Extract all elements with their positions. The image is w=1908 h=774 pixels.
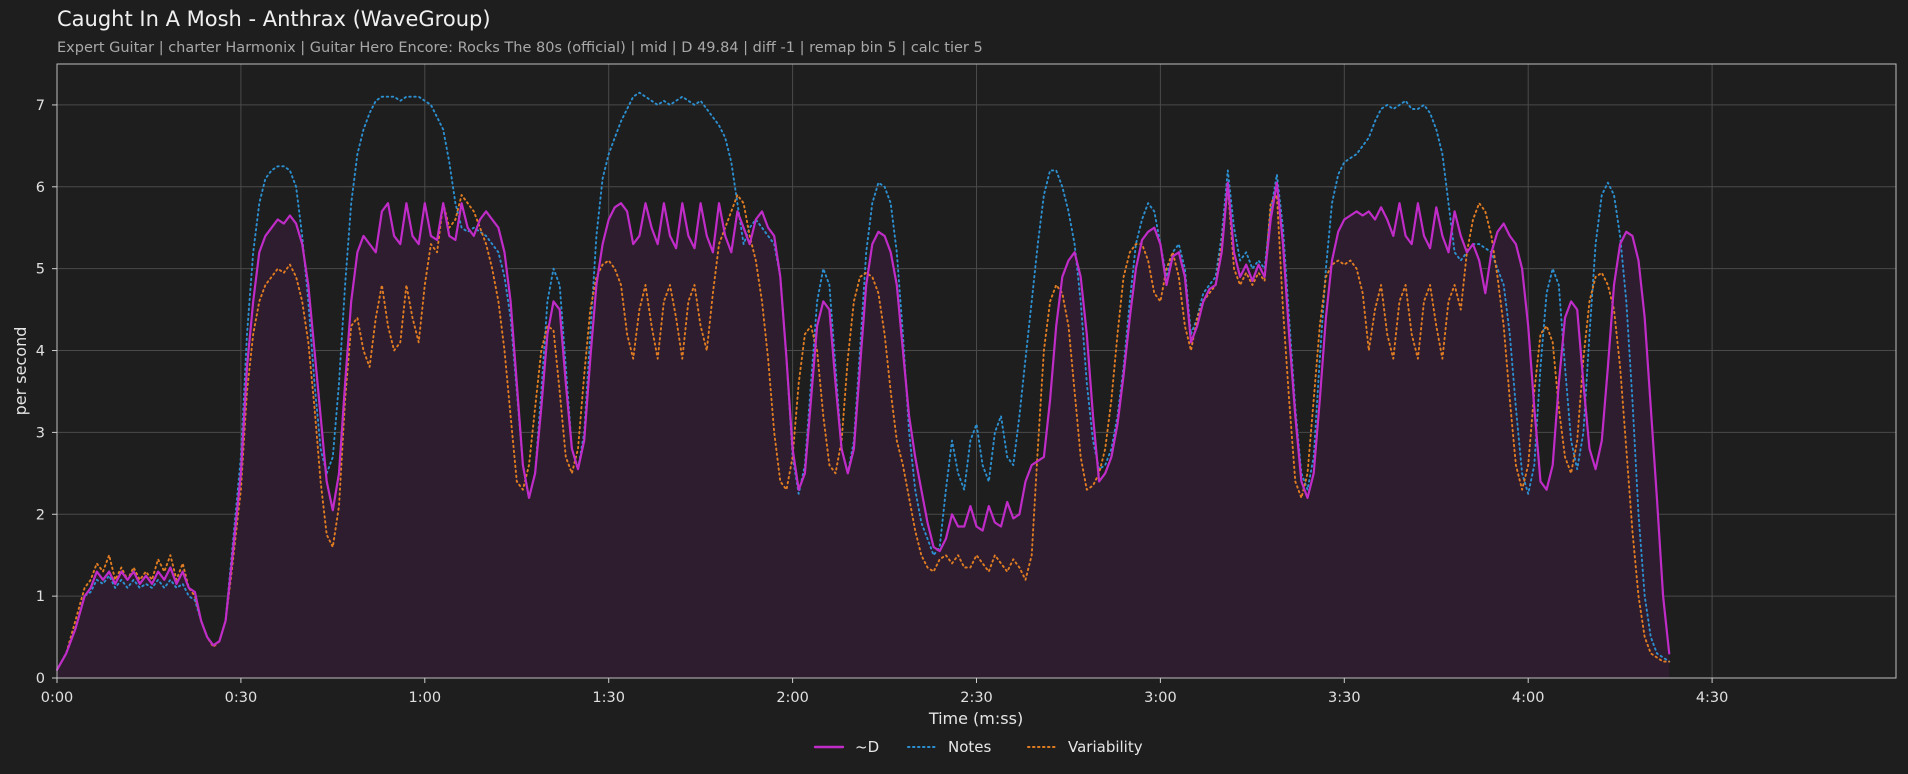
x-tick-label: 1:30 (592, 690, 625, 706)
x-tick-label: 4:00 (1512, 690, 1545, 706)
y-tick-label: 0 (36, 671, 45, 687)
x-tick-label: 1:00 (409, 690, 442, 706)
y-tick-label: 6 (36, 180, 45, 196)
legend: ~D Notes Variability (813, 738, 1143, 756)
x-tick-label: 2:30 (960, 690, 993, 706)
x-tick-label: 0:30 (225, 690, 258, 706)
legend-label: Variability (1068, 738, 1143, 756)
y-tick-label: 4 (36, 344, 45, 360)
x-tick-label: 4:30 (1696, 690, 1729, 706)
x-tick-label: 2:00 (776, 690, 809, 706)
legend-label: Notes (948, 738, 992, 756)
y-tick-label: 2 (36, 507, 45, 523)
y-tick-label: 7 (36, 98, 45, 114)
y-tick-label: 1 (36, 589, 45, 605)
y-tick-label: 5 (36, 262, 45, 278)
x-tick-label: 0:00 (41, 690, 74, 706)
legend-label: ~D (855, 738, 879, 756)
line-chart: 0:00 0:30 1:00 1:30 2:00 2:30 3:00 3:30 4:00 4:30… (11, 63, 1897, 756)
x-tick-label: 3:00 (1144, 690, 1177, 706)
x-axis-label: Time (m:ss) (928, 709, 1023, 728)
x-tick-label: 3:30 (1328, 690, 1361, 706)
y-tick-label: 3 (36, 425, 45, 441)
y-axis-label: per second (11, 327, 30, 416)
